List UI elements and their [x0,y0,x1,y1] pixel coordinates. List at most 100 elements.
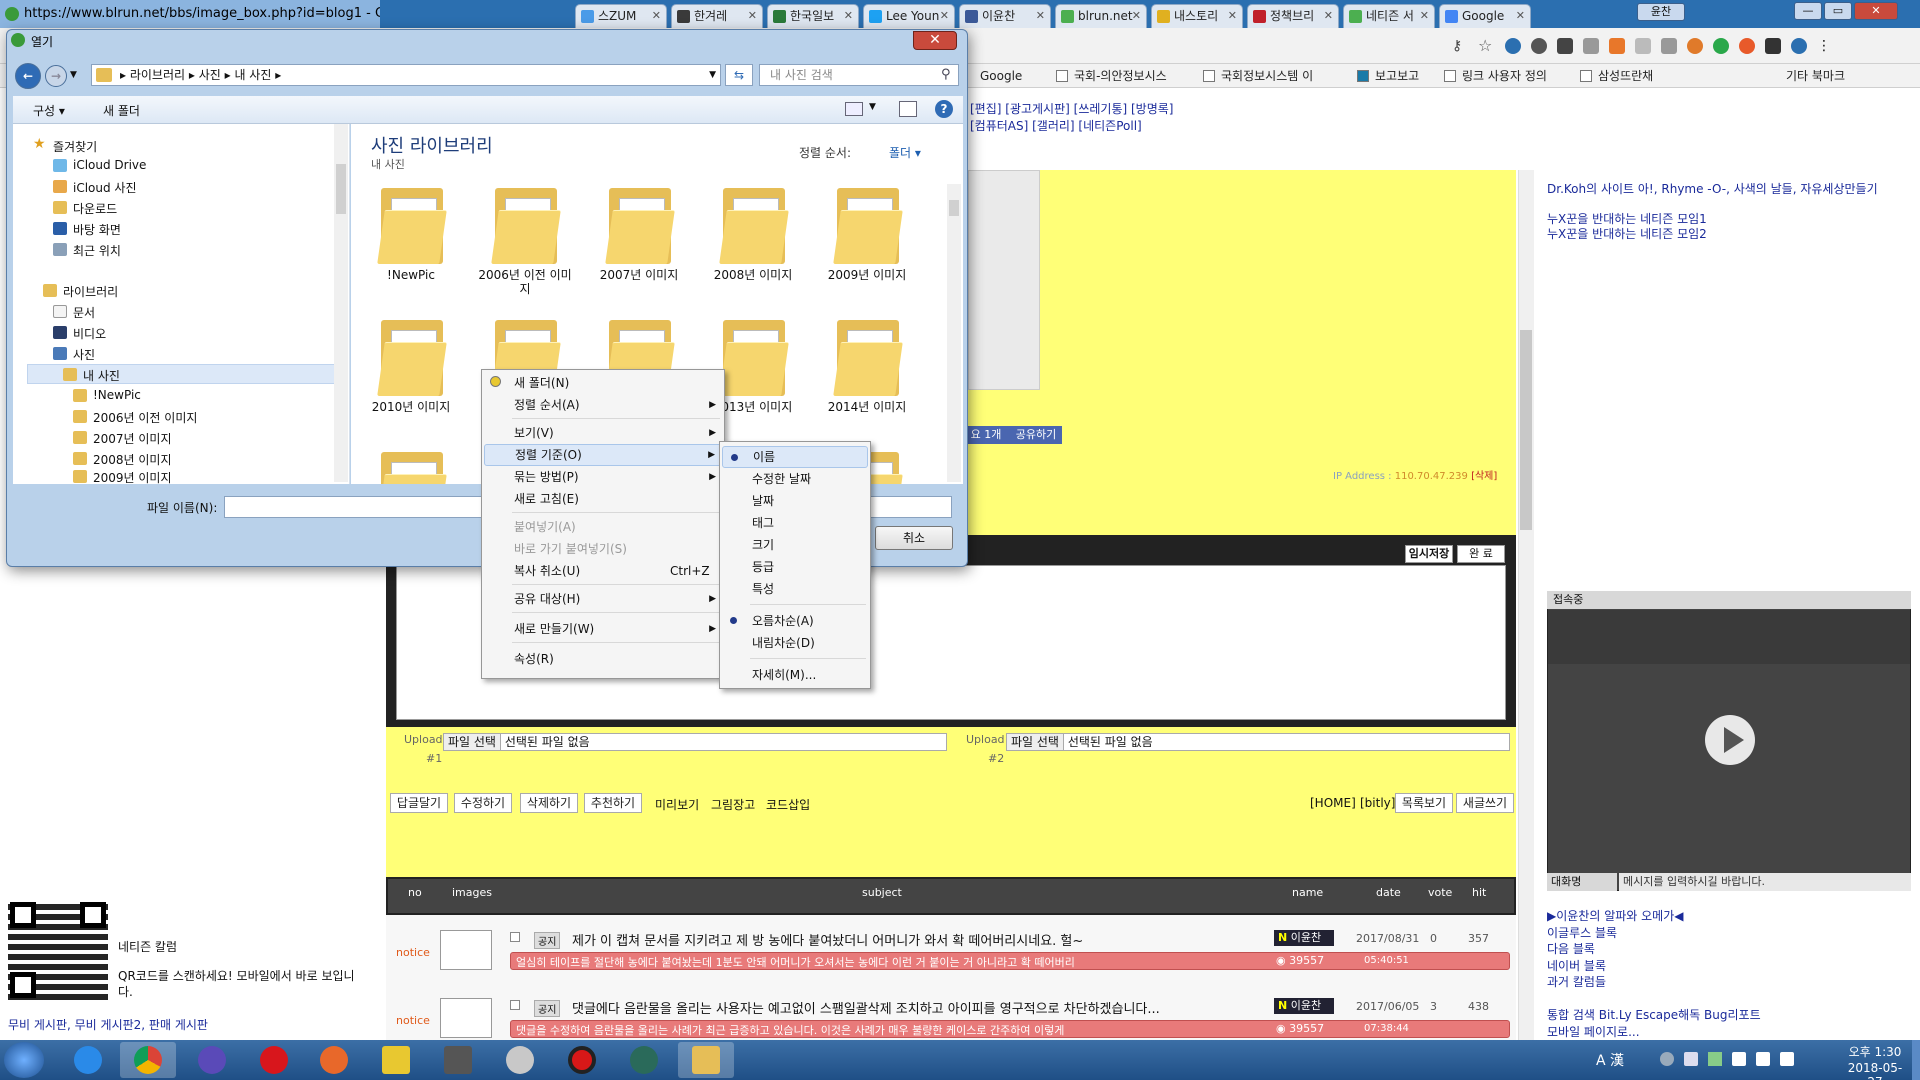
preview-link[interactable]: 미리보기 [655,796,699,813]
row-checkbox[interactable] [510,1000,520,1010]
upload2-field[interactable]: 파일 선택 선택된 파일 없음 [1006,733,1510,751]
right-link[interactable]: 네이버 블록 [1547,958,1917,975]
upload1-field[interactable]: 파일 선택 선택된 파일 없음 [443,733,947,751]
done-button[interactable]: 완 료 [1457,545,1505,563]
nav-my-pictures[interactable]: 내 사진 [63,367,120,384]
insert-code-link[interactable]: 코드삽입 [766,796,810,813]
tab-close-icon[interactable]: ✕ [1324,5,1333,27]
bookmark-more[interactable]: 기타 북마크 [1786,64,1845,88]
right-link[interactable]: 이글루스 블록 [1547,925,1917,942]
bookmark-assembly-info[interactable]: 국회정보시스템 이 [1203,64,1313,88]
record-taskbar-button[interactable] [554,1042,610,1078]
view-dropdown-icon[interactable]: ▼ [869,102,876,112]
sort-by-attributes[interactable]: 특성 [722,578,868,600]
bookmark-google[interactable]: Google [980,64,1022,88]
right-link[interactable]: 모바일 페이지로... [1547,1024,1917,1041]
bookmark-link-custom[interactable]: 링크 사용자 정의 [1444,64,1547,88]
back-button[interactable]: ← [15,63,41,89]
firefox-taskbar-button[interactable] [306,1042,362,1078]
nav-desktop[interactable]: 바탕 화면 [53,221,121,238]
right-links[interactable]: Dr.Koh의 사이트 아!, Rhyme -O-, 사색의 날들, 자유세상만… [1547,182,1917,242]
folder-item[interactable]: 2006년 이전 이미지 [475,184,575,296]
tab-close-icon[interactable]: ✕ [1036,5,1045,27]
sort-by-rating[interactable]: 등급 [722,556,868,578]
refresh-icon[interactable]: ⇆ [725,64,753,86]
address-dropdown-icon[interactable]: ▼ [709,65,716,85]
bottom-links[interactable]: 무비 게시판, 무비 게시판2, 판매 게시판 [8,1016,208,1033]
delete-button[interactable]: 삭제하기 [520,793,578,813]
menu-sort-by[interactable]: 정렬 기준(O) ▶ [484,444,722,466]
app3-taskbar-button[interactable] [430,1042,486,1078]
nav-videos[interactable]: 비디오 [53,325,106,342]
right-link[interactable]: 과거 칼럼들 [1547,974,1917,991]
table-row[interactable]: notice 공지 댓글에다 음란물을 올리는 사용자는 예고없이 스팸일괄삭제… [386,990,1516,1040]
right-link[interactable]: 누X꾼을 반대하는 네티즌 모임1 [1547,212,1917,227]
view-icon[interactable] [845,102,863,116]
reply-button[interactable]: 답글달기 [390,793,448,813]
maximize-button[interactable]: ▭ [1824,2,1852,20]
nav-scrollbar-thumb[interactable] [336,164,346,214]
app-taskbar-button[interactable] [184,1042,240,1078]
row-thumbnail[interactable] [440,998,492,1038]
browser-tab[interactable]: 한겨레 ✕ [671,4,763,28]
organize-menu[interactable]: 구성 ▾ [33,102,65,119]
preview-pane-icon[interactable] [899,101,917,117]
right-link[interactable]: ▶이윤찬의 알파와 오메가◀ [1547,908,1917,925]
bookmark-bogo[interactable]: 보고보고 [1357,64,1419,88]
breadcrumb-pictures[interactable]: 사진 [199,68,221,82]
folder-item[interactable]: 2009년 이미지 [817,184,917,282]
sort-descending[interactable]: 내림차순(D) [722,632,868,654]
right-link[interactable]: 누X꾼을 반대하는 네티즌 모임2 [1547,227,1917,242]
sort-more[interactable]: 자세히(M)... [722,664,868,686]
sort-by-tags[interactable]: 태그 [722,512,868,534]
chat-input[interactable]: 메시지를 입력하시길 바랍니다. [1619,873,1911,891]
app2-taskbar-button[interactable] [368,1042,424,1078]
top-links-1[interactable]: [편집] [광고게시판] [쓰레기통] [방명록] [970,100,1173,117]
nav-libraries[interactable]: 라이브러리 [43,283,118,300]
menu-properties[interactable]: 속성(R) [484,648,722,670]
tab-close-icon[interactable]: ✕ [1516,5,1525,27]
key-icon[interactable]: ⚷ [1452,38,1462,54]
sort-dropdown[interactable]: 폴더 ▾ [889,144,921,161]
show-desktop-button[interactable] [1912,1040,1920,1080]
browser-tab[interactable]: 내스토리 ✕ [1151,4,1243,28]
menu-group-by[interactable]: 묶는 방법(P) ▶ [484,466,722,488]
nav-folder-2008[interactable]: 2008년 이미지 [73,451,172,468]
browser-tab[interactable]: Google ✕ [1439,4,1531,28]
forward-button[interactable]: → [45,65,67,87]
row-author[interactable]: N 이윤찬 [1274,930,1334,946]
tab-close-icon[interactable]: ✕ [844,5,853,27]
browser-tab[interactable]: blrun.net ✕ [1055,4,1147,28]
minimize-button[interactable]: — [1794,2,1822,20]
nav-folder-2006[interactable]: 2006년 이전 이미지 [73,409,197,426]
table-row[interactable]: notice 공지 제가 이 캡쳐 문서를 지키려고 제 방 농에다 붙여놨더니… [386,922,1516,978]
browser-tab[interactable]: Lee Youn ✕ [863,4,955,28]
row-author[interactable]: N 이윤찬 [1274,998,1334,1014]
help-icon[interactable]: ? [935,100,953,118]
nav-recent[interactable]: 최근 위치 [53,242,121,259]
browser-tab[interactable]: 네티즌 서 ✕ [1343,4,1435,28]
nav-downloads[interactable]: 다운로드 [53,200,117,217]
folder-item[interactable]: !NewPic [361,184,461,282]
list-button[interactable]: 목록보기 [1395,793,1453,813]
address-bar[interactable]: ▸ 라이브러리 ▸ 사진 ▸ 내 사진 ▸ ▼ [91,64,721,86]
close-button[interactable]: ✕ [1854,2,1898,20]
top-links-2[interactable]: [컴퓨터AS] [갤러리] [네티즌Poll] [970,117,1142,134]
row-subject[interactable]: 댓글에다 음란물을 올리는 사용자는 예고없이 스팸일괄삭제 조치하고 아이피를… [572,998,1202,1017]
breadcrumb-libraries[interactable]: 라이브러리 [130,68,185,82]
history-dropdown-icon[interactable]: ▼ [70,70,77,80]
menu-share-with[interactable]: 공유 대상(H) ▶ [484,588,722,610]
page-scrollbar-thumb[interactable] [1520,330,1532,530]
row-thumbnail[interactable] [440,930,492,970]
opera-taskbar-button[interactable] [246,1042,302,1078]
content-scrollbar[interactable] [947,184,961,482]
chrome-taskbar-button[interactable] [120,1042,176,1078]
nav-documents[interactable]: 문서 [53,304,95,321]
menu-sort-order[interactable]: 정렬 순서(A) ▶ [484,394,722,416]
cancel-button[interactable]: 취소 [875,526,953,550]
sort-by-size[interactable]: 크기 [722,534,868,556]
bitly-link[interactable]: [bitly] [1360,796,1395,810]
upload1-choose-button[interactable]: 파일 선택 [444,734,501,750]
content-scrollbar-thumb[interactable] [949,200,959,216]
ime-indicator[interactable]: A 漢 [1596,1050,1624,1070]
